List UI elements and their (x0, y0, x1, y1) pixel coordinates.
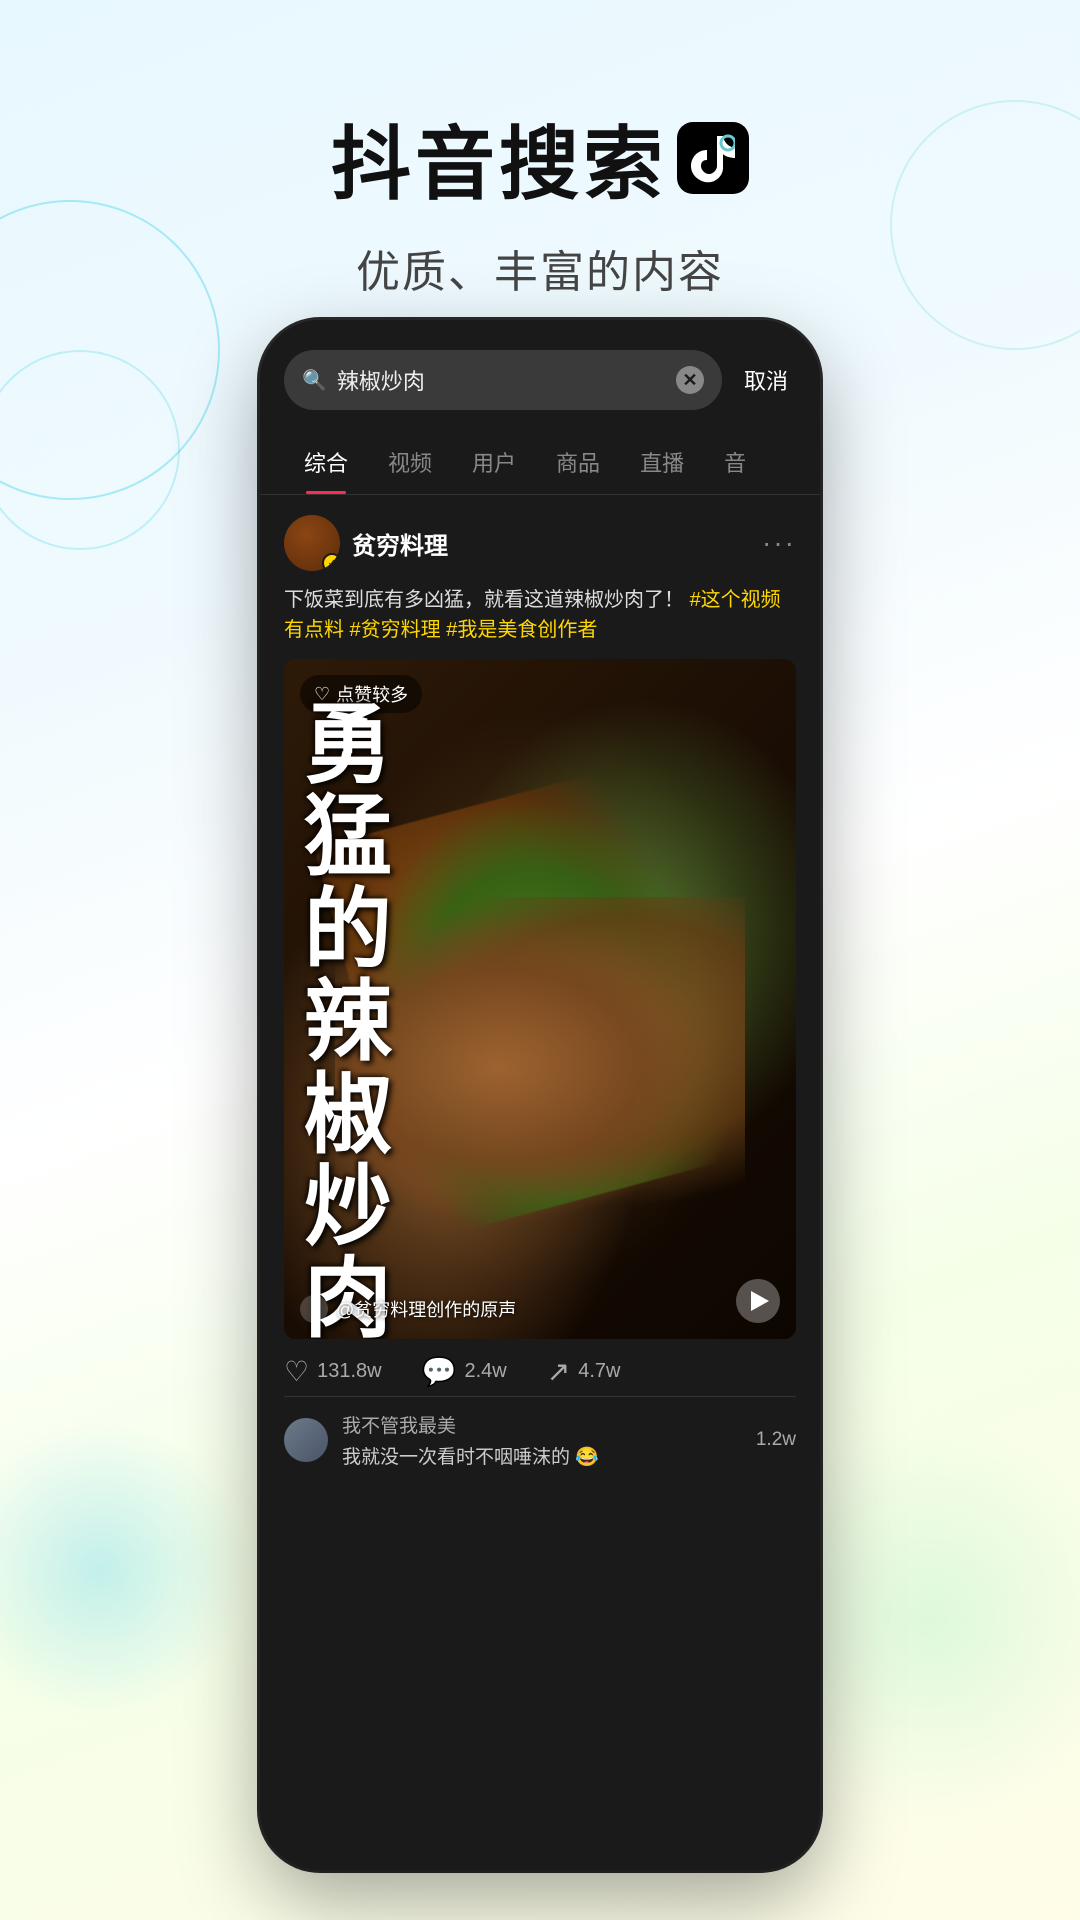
clear-icon: ✕ (682, 370, 697, 391)
like-button[interactable]: ♡ 131.8w (284, 1355, 382, 1388)
comment-icon: 💬 (422, 1355, 457, 1388)
comment-count: 2.4w (464, 1360, 506, 1383)
tiktok-logo-icon (677, 122, 749, 194)
comment-content: 我不管我最美 我就没一次看时不咽唾沫的 😂 (342, 1411, 742, 1469)
title-row: 抖音搜索 (0, 100, 1080, 216)
bg-decoration-blob-left (0, 1420, 250, 1720)
search-bar: 🔍 辣椒炒肉 ✕ 取消 (284, 350, 796, 410)
avatar: ✓ (284, 515, 340, 571)
main-title: 抖音搜索 (331, 100, 667, 216)
video-text-line5: 椒 (304, 1069, 396, 1161)
phone-frame: 🔍 辣椒炒肉 ✕ 取消 综合 视频 用户 商品 (260, 320, 820, 1870)
share-count: 4.7w (578, 1360, 620, 1383)
music-text: @贫穷料理创作的原声 (336, 1296, 516, 1322)
phone-mockup: 🔍 辣椒炒肉 ✕ 取消 综合 视频 用户 商品 (260, 320, 820, 1870)
commenter-avatar (284, 1418, 328, 1462)
video-text-line2: 猛 (304, 791, 396, 883)
comment-text: 我就没一次看时不咽唾沫的 😂 (342, 1442, 742, 1469)
search-query-text: 辣椒炒肉 (337, 364, 666, 396)
music-info: ♪ @贫穷料理创作的原声 (300, 1295, 516, 1323)
video-text-line4: 辣 (304, 976, 396, 1068)
video-text-line1: 勇 (304, 699, 396, 791)
tab-live[interactable]: 直播 (620, 436, 704, 494)
play-triangle-icon (751, 1291, 769, 1311)
author-name[interactable]: 贫穷料理 (352, 526, 448, 561)
video-text-line6: 炒 (304, 1161, 396, 1253)
video-text-line3: 的 (304, 884, 396, 976)
tab-audio[interactable]: 音 (704, 436, 766, 494)
play-button[interactable] (736, 1279, 780, 1323)
food-meat-visual (335, 897, 745, 1237)
clear-search-button[interactable]: ✕ (676, 366, 704, 394)
tabs-navigation: 综合 视频 用户 商品 直播 音 (260, 420, 820, 495)
tab-comprehensive[interactable]: 综合 (284, 436, 368, 494)
verified-badge: ✓ (322, 553, 340, 571)
video-thumbnail[interactable]: ♡ 点赞较多 勇 猛 的 辣 椒 炒 肉 (284, 659, 796, 1339)
content-area: ✓ 贫穷料理 ··· 下饭菜到底有多凶猛，就看这道辣椒炒肉了！ #这个视频有点料… (260, 495, 820, 1489)
cancel-button[interactable]: 取消 (736, 364, 796, 396)
share-icon: ↗ (547, 1355, 570, 1388)
comment-button[interactable]: 💬 2.4w (422, 1355, 507, 1388)
subtitle: 优质、丰富的内容 (0, 236, 1080, 300)
comment-reply-count: 1.2w (756, 1429, 796, 1451)
post-description: 下饭菜到底有多凶猛，就看这道辣椒炒肉了！ #这个视频有点料 #贫穷料理 #我是美… (284, 585, 796, 645)
more-options-icon[interactable]: ··· (762, 527, 796, 559)
search-input-wrapper[interactable]: 🔍 辣椒炒肉 ✕ (284, 350, 722, 410)
interaction-bar: ♡ 131.8w 💬 2.4w ↗ 4.7w (284, 1339, 796, 1396)
heart-icon: ♡ (284, 1355, 309, 1388)
music-note-icon: ♪ (300, 1295, 328, 1323)
search-icon: 🔍 (302, 368, 327, 393)
tab-product[interactable]: 商品 (536, 436, 620, 494)
page-header: 抖音搜索 优质、丰富的内容 (0, 0, 1080, 340)
comment-preview: 我不管我最美 我就没一次看时不咽唾沫的 😂 1.2w (284, 1396, 796, 1469)
tab-user[interactable]: 用户 (452, 436, 536, 494)
commenter-name: 我不管我最美 (342, 1411, 742, 1438)
post-author-row: ✓ 贫穷料理 ··· (284, 515, 796, 571)
tab-video[interactable]: 视频 (368, 436, 452, 494)
share-button[interactable]: ↗ 4.7w (547, 1355, 621, 1388)
like-count: 131.8w (317, 1360, 382, 1383)
author-info: ✓ 贫穷料理 (284, 515, 448, 571)
video-text-overlay: 勇 猛 的 辣 椒 炒 肉 (304, 699, 396, 1259)
